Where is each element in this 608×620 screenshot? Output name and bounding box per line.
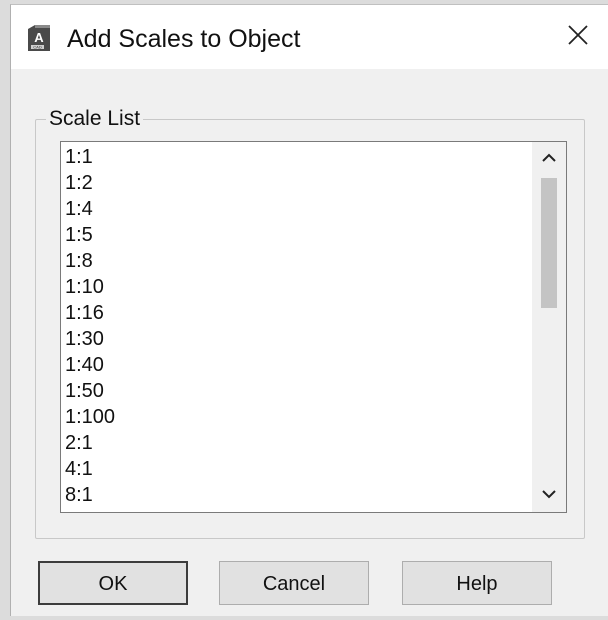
list-item[interactable]: 1:2 (65, 170, 115, 196)
list-item[interactable]: 1:5 (65, 222, 115, 248)
scale-items: 1:1 1:2 1:4 1:5 1:8 1:10 1:16 1:30 1:40 … (65, 144, 115, 508)
list-item[interactable]: 1:30 (65, 326, 115, 352)
cancel-button[interactable]: Cancel (219, 561, 369, 605)
list-item[interactable]: 1:16 (65, 300, 115, 326)
list-item[interactable]: 1:4 (65, 196, 115, 222)
list-item[interactable]: 1:1 (65, 144, 115, 170)
list-item[interactable]: 8:1 (65, 482, 115, 508)
list-item[interactable]: 4:1 (65, 456, 115, 482)
dialog-title: Add Scales to Object (67, 25, 301, 53)
scale-list-legend: Scale List (46, 105, 144, 133)
scale-listbox[interactable]: 1:1 1:2 1:4 1:5 1:8 1:10 1:16 1:30 1:40 … (60, 141, 567, 513)
autocad-app-icon: A CAD (25, 24, 53, 54)
ok-button[interactable]: OK (38, 561, 188, 605)
vertical-scrollbar[interactable] (532, 142, 566, 512)
scale-list-group: Scale List 1:1 1:2 1:4 1:5 1:8 1:10 1:16… (35, 105, 585, 539)
close-icon (567, 24, 589, 51)
svg-text:CAD: CAD (33, 45, 42, 50)
scrollbar-thumb[interactable] (541, 178, 557, 308)
list-item[interactable]: 1:8 (65, 248, 115, 274)
list-item[interactable]: 1:50 (65, 378, 115, 404)
list-item[interactable]: 1:10 (65, 274, 115, 300)
scroll-down-button[interactable] (532, 478, 566, 512)
list-item[interactable]: 1:100 (65, 404, 115, 430)
scroll-up-button[interactable] (532, 142, 566, 176)
close-button[interactable] (548, 5, 608, 69)
list-item[interactable]: 1:40 (65, 352, 115, 378)
help-button[interactable]: Help (402, 561, 552, 605)
list-item[interactable]: 2:1 (65, 430, 115, 456)
svg-text:A: A (34, 30, 44, 45)
chevron-up-icon (542, 150, 556, 168)
add-scales-dialog: A CAD Add Scales to Object Scale List 1:… (10, 4, 608, 616)
title-bar[interactable]: A CAD Add Scales to Object (11, 5, 608, 69)
chevron-down-icon (542, 486, 556, 504)
